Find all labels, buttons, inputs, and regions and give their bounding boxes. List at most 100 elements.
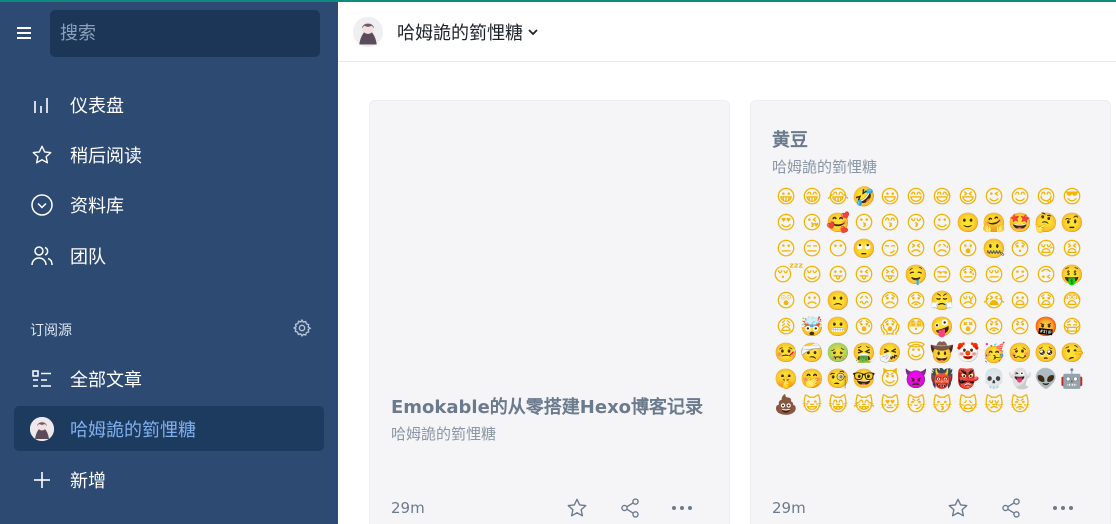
nav-read-later-label: 稍后阅读 xyxy=(70,145,142,167)
emoji: 😽 xyxy=(932,394,952,416)
emoji: 😦 xyxy=(1010,290,1030,312)
emoji: 😡 xyxy=(984,316,1004,338)
emoji: 🙀 xyxy=(958,394,978,416)
emoji: 😤 xyxy=(930,290,954,312)
more-icon[interactable] xyxy=(669,495,695,521)
emoji: 😧 xyxy=(1036,290,1056,312)
emoji-grid: 😀 😁 😂 🤣 😃 😄 😅 😆 😉 😊 😋 😎 😍 😘 🥰 😗 😙 😚 ☺ 🙂 🤗 🤩 🤔 🤨 😐 😑 😶 🙄 😏 😣 😥 😮 🤐 😯 😪 😫 😴 😌 😛 😜… xyxy=(773,184,1093,418)
article-card[interactable]: 黄豆 哈姆詭的箌悝糖 😀 😁 😂 🤣 😃 😄 😅 😆 😉 😊 😋 😎 😍 😘 🥰 😗 😙 😚 ☺ 🙂 🤗 🤩 🤔 🤨 😐 😑 😶 🙄 😏… xyxy=(750,100,1111,524)
emoji: 🤣 xyxy=(852,186,876,208)
emoji: 🤑 xyxy=(1060,264,1084,286)
feed-all-articles[interactable]: 全部文章 xyxy=(14,356,324,401)
emoji: 😆 xyxy=(958,186,978,208)
gear-icon[interactable] xyxy=(292,318,312,338)
emoji: 😇 xyxy=(906,342,926,364)
star-icon[interactable] xyxy=(564,495,590,521)
star-icon xyxy=(14,144,70,166)
article-time: 29m xyxy=(772,499,806,517)
emoji: 🤗 xyxy=(982,212,1006,234)
emoji: 💀 xyxy=(982,368,1006,390)
emoji: 😞 xyxy=(880,290,900,312)
emoji: 😟 xyxy=(906,290,926,312)
share-icon[interactable] xyxy=(998,495,1024,521)
share-icon[interactable] xyxy=(617,495,643,521)
emoji: 👻 xyxy=(1008,368,1032,390)
emoji: 🥰 xyxy=(826,212,850,234)
users-icon xyxy=(14,245,70,267)
feed-add-new-label: 新增 xyxy=(70,470,106,492)
emoji: 😝 xyxy=(880,264,900,286)
emoji: 🥳 xyxy=(982,342,1006,364)
feed-hamugui-label: 哈姆詭的箌悝糖 xyxy=(70,419,196,441)
article-title[interactable]: Emokable的从零搭建Hexo博客记录 xyxy=(391,393,703,419)
emoji: 😐 xyxy=(776,238,796,260)
emoji: 😵 xyxy=(958,316,978,338)
emoji: 🤨 xyxy=(1060,212,1084,234)
feed-hamugui[interactable]: 哈姆詭的箌悝糖 xyxy=(14,406,324,451)
sidebar: 仪表盘 稍后阅读 资料库 团队 订阅源 全部文章 哈姆詭的箌 xyxy=(0,0,338,524)
emoji: 😶 xyxy=(828,238,848,260)
hamburger-menu-icon[interactable] xyxy=(14,22,36,44)
emoji: 🥴 xyxy=(1008,342,1032,364)
emoji: 😎 xyxy=(1062,186,1082,208)
emoji: 🤐 xyxy=(982,238,1006,260)
nav-team[interactable]: 团队 xyxy=(14,233,324,278)
emoji: 🤓 xyxy=(852,368,876,390)
emoji: 🙄 xyxy=(852,238,876,260)
subscriptions-section-title: 订阅源 xyxy=(30,323,72,339)
article-source: 哈姆詭的箌悝糖 xyxy=(772,158,878,176)
star-icon[interactable] xyxy=(945,495,971,521)
emoji: 🤤 xyxy=(904,264,928,286)
emoji: 😉 xyxy=(984,186,1004,208)
article-title[interactable]: 黄豆 xyxy=(772,126,808,152)
emoji: 😚 xyxy=(906,212,926,234)
emoji: 🤯 xyxy=(800,316,824,338)
emoji: 😅 xyxy=(932,186,952,208)
emoji: 😊 xyxy=(1010,186,1030,208)
emoji: 👺 xyxy=(956,368,980,390)
more-icon[interactable] xyxy=(1050,495,1076,521)
emoji: 🤠 xyxy=(930,342,954,364)
bar-chart-icon xyxy=(14,95,70,115)
article-grid: Emokable的从零搭建Hexo博客记录 哈姆詭的箌悝糖 29m 黄豆 哈姆詭… xyxy=(338,63,1116,524)
emoji: 😃 xyxy=(880,186,900,208)
top-accent-line xyxy=(0,0,1116,2)
emoji: 😪 xyxy=(1036,238,1056,260)
feed-all-articles-label: 全部文章 xyxy=(70,369,142,391)
chevron-down-icon[interactable] xyxy=(527,26,539,38)
nav-read-later[interactable]: 稍后阅读 xyxy=(14,132,324,177)
nav-team-label: 团队 xyxy=(70,246,106,268)
nav-library[interactable]: 资料库 xyxy=(14,182,324,227)
feed-add-new[interactable]: 新增 xyxy=(14,457,324,502)
emoji: 😙 xyxy=(880,212,900,234)
emoji: 🤪 xyxy=(930,316,954,338)
emoji: 😯 xyxy=(1010,238,1030,260)
article-card[interactable]: Emokable的从零搭建Hexo博客记录 哈姆詭的箌悝糖 29m xyxy=(369,100,730,524)
emoji: 🤩 xyxy=(1008,212,1032,234)
search-input[interactable] xyxy=(50,10,320,57)
emoji: ☹ xyxy=(802,290,822,312)
emoji: 😒 xyxy=(932,264,952,286)
emoji: 😺 xyxy=(802,394,822,416)
emoji: 🤧 xyxy=(878,342,902,364)
emoji: 🤫 xyxy=(774,368,798,390)
emoji: 😻 xyxy=(880,394,900,416)
page-title[interactable]: 哈姆詭的箌悝糖 xyxy=(397,19,523,45)
emoji: 🙂 xyxy=(956,212,980,234)
emoji: 😩 xyxy=(776,316,796,338)
emoji: 😔 xyxy=(984,264,1004,286)
nav-dashboard[interactable]: 仪表盘 xyxy=(14,82,324,127)
emoji: 😰 xyxy=(854,316,874,338)
emoji: 🤢 xyxy=(826,342,850,364)
emoji: 😿 xyxy=(984,394,1004,416)
emoji: 😱 xyxy=(880,316,900,338)
emoji: 😗 xyxy=(854,212,874,234)
emoji: 😄 xyxy=(906,186,926,208)
emoji: 😾 xyxy=(1010,394,1030,416)
emoji: 👹 xyxy=(930,368,954,390)
emoji: 😑 xyxy=(802,238,822,260)
emoji: 😂 xyxy=(826,186,850,208)
emoji: ☺ xyxy=(932,212,952,234)
emoji: 😬 xyxy=(826,316,850,338)
article-source: 哈姆詭的箌悝糖 xyxy=(391,425,497,443)
